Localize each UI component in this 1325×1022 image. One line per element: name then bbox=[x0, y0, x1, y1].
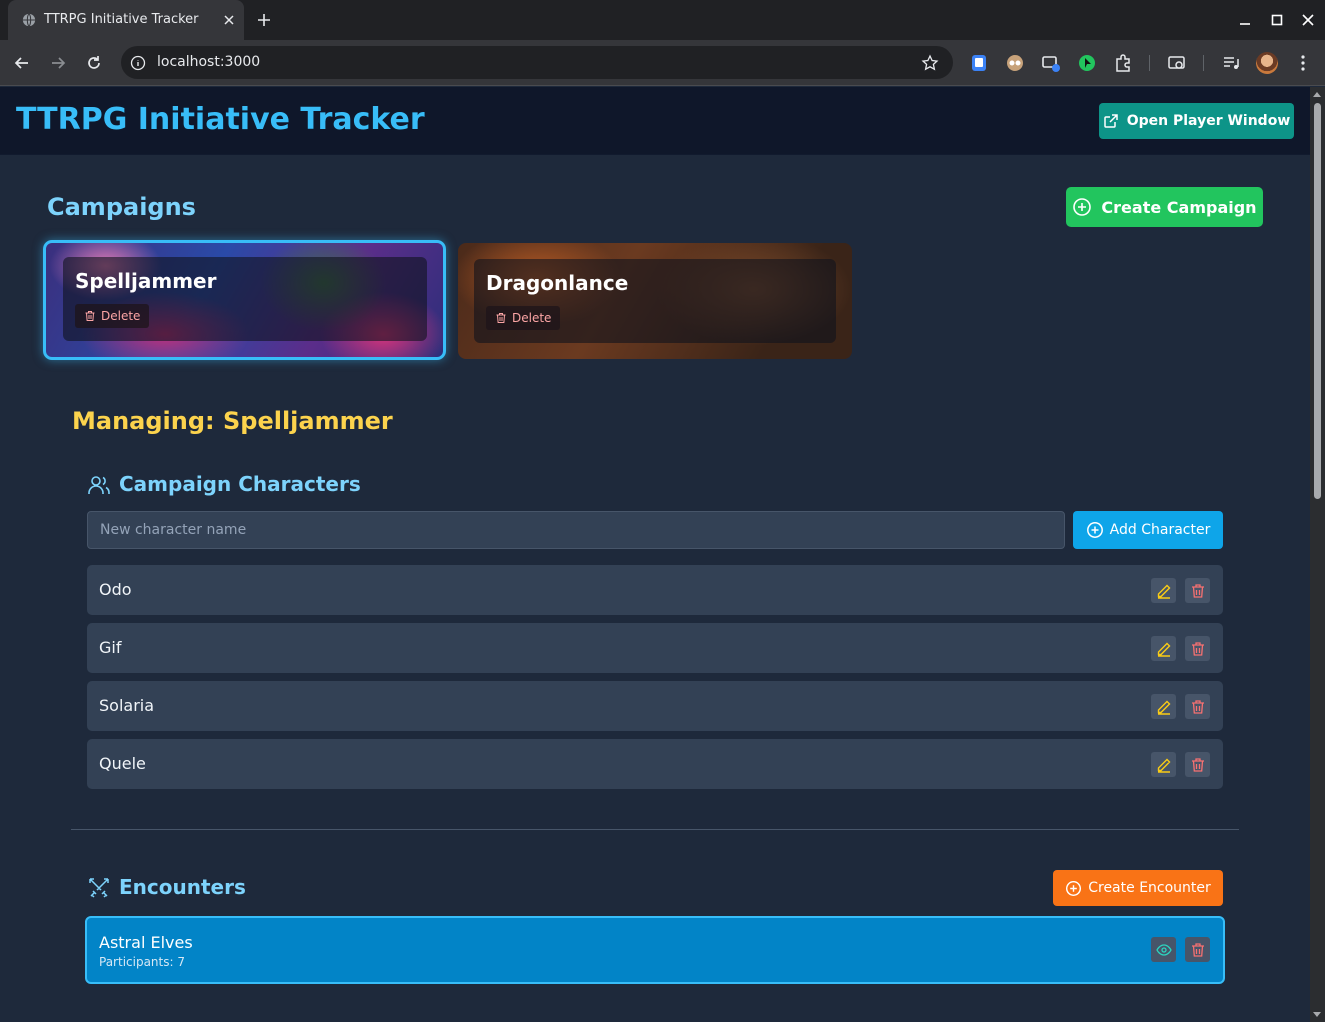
create-campaign-button[interactable]: Create Campaign bbox=[1066, 187, 1263, 227]
pencil-icon bbox=[1157, 700, 1170, 715]
address-bar[interactable]: localhost:3000 bbox=[121, 46, 953, 79]
edit-character-button[interactable] bbox=[1151, 694, 1176, 719]
character-name: Odo bbox=[99, 580, 132, 599]
crossed-swords-icon bbox=[89, 878, 109, 898]
character-name: Solaria bbox=[99, 696, 155, 715]
create-encounter-label: Create Encounter bbox=[1088, 880, 1211, 896]
add-character-label: Add Character bbox=[1109, 522, 1211, 538]
delete-campaign-button[interactable]: Delete bbox=[75, 304, 150, 328]
app-title: TTRPG Initiative Tracker bbox=[16, 102, 425, 137]
close-window-icon[interactable] bbox=[1300, 12, 1316, 28]
add-character-button[interactable]: Add Character bbox=[1073, 511, 1223, 549]
trash-icon bbox=[1191, 699, 1204, 714]
browser-toolbar: localhost:3000 bbox=[0, 40, 1325, 86]
cursor-extension-icon[interactable] bbox=[1077, 53, 1097, 73]
campaign-card-spelljammer[interactable]: Spelljammer Delete bbox=[43, 240, 446, 360]
managing-title: Managing: Spelljammer bbox=[72, 407, 393, 435]
users-icon bbox=[88, 476, 110, 494]
reader-extension-icon[interactable] bbox=[1005, 53, 1025, 73]
create-encounter-button[interactable]: Create Encounter bbox=[1053, 870, 1223, 906]
app-viewport: TTRPG Initiative Tracker Open Player Win… bbox=[0, 87, 1310, 1022]
browser-tab-bar: TTRPG Initiative Tracker bbox=[0, 0, 1325, 40]
profile-avatar[interactable] bbox=[1256, 52, 1278, 74]
encounter-row[interactable]: Astral Elves Participants: 7 bbox=[85, 916, 1225, 984]
edit-character-button[interactable] bbox=[1151, 578, 1176, 603]
campaign-characters-title: Campaign Characters bbox=[119, 472, 361, 496]
trash-icon bbox=[85, 311, 95, 321]
plus-circle-icon bbox=[1073, 198, 1092, 216]
character-name: Gif bbox=[99, 638, 122, 657]
toolbar-separator bbox=[1203, 55, 1204, 71]
close-tab-icon[interactable] bbox=[221, 12, 237, 28]
maximize-icon[interactable] bbox=[1269, 12, 1285, 28]
globe-icon bbox=[22, 13, 36, 27]
page-scrollbar[interactable] bbox=[1310, 87, 1325, 1022]
scroll-thumb[interactable] bbox=[1314, 103, 1321, 499]
tab-groups-extension-icon[interactable] bbox=[1041, 53, 1061, 73]
delete-campaign-button[interactable]: Delete bbox=[486, 306, 561, 330]
delete-campaign-label: Delete bbox=[512, 311, 552, 325]
new-character-input[interactable] bbox=[87, 511, 1065, 549]
open-player-window-label: Open Player Window bbox=[1126, 113, 1291, 129]
eye-icon bbox=[1155, 943, 1172, 956]
view-encounter-button[interactable] bbox=[1151, 937, 1176, 962]
trash-icon bbox=[1191, 942, 1204, 957]
character-row: Solaria bbox=[87, 681, 1223, 731]
delete-character-button[interactable] bbox=[1185, 752, 1210, 777]
encounter-name: Astral Elves bbox=[99, 933, 193, 952]
campaign-card-dragonlance[interactable]: Dragonlance Delete bbox=[458, 243, 852, 359]
plus-circle-icon bbox=[1086, 522, 1103, 538]
delete-character-button[interactable] bbox=[1185, 636, 1210, 661]
campaign-card-overlay: Spelljammer Delete bbox=[63, 257, 427, 341]
character-row: Odo bbox=[87, 565, 1223, 615]
forward-icon[interactable] bbox=[48, 53, 68, 73]
plus-circle-icon bbox=[1066, 880, 1082, 896]
new-tab-icon[interactable] bbox=[255, 11, 273, 29]
pencil-icon bbox=[1157, 758, 1170, 773]
character-row: Gif bbox=[87, 623, 1223, 673]
delete-campaign-label: Delete bbox=[101, 309, 141, 323]
create-campaign-label: Create Campaign bbox=[1101, 197, 1257, 217]
encounters-title: Encounters bbox=[119, 875, 246, 899]
encounter-participants: Participants: 7 bbox=[99, 955, 185, 969]
browser-menu-icon[interactable] bbox=[1293, 53, 1313, 73]
delete-character-button[interactable] bbox=[1185, 578, 1210, 603]
pencil-icon bbox=[1157, 584, 1170, 599]
tab-title: TTRPG Initiative Tracker bbox=[44, 12, 199, 27]
edit-character-button[interactable] bbox=[1151, 752, 1176, 777]
trash-icon bbox=[1191, 757, 1204, 772]
url-text: localhost:3000 bbox=[157, 54, 261, 70]
app-header: TTRPG Initiative Tracker Open Player Win… bbox=[0, 87, 1310, 155]
reload-icon[interactable] bbox=[84, 53, 104, 73]
external-link-icon bbox=[1103, 114, 1118, 128]
pencil-icon bbox=[1157, 642, 1170, 657]
media-controls-icon[interactable] bbox=[1221, 53, 1241, 73]
trash-icon bbox=[1191, 641, 1204, 656]
trash-icon bbox=[1191, 583, 1204, 598]
delete-encounter-button[interactable] bbox=[1185, 937, 1210, 962]
extensions-puzzle-icon[interactable] bbox=[1113, 53, 1133, 73]
character-name: Quele bbox=[99, 754, 146, 773]
campaign-card-overlay: Dragonlance Delete bbox=[474, 259, 836, 343]
delete-character-button[interactable] bbox=[1185, 694, 1210, 719]
campaign-name: Spelljammer bbox=[75, 269, 217, 293]
character-row: Quele bbox=[87, 739, 1223, 789]
open-player-window-button[interactable]: Open Player Window bbox=[1099, 103, 1294, 139]
bitwarden-extension-icon[interactable] bbox=[969, 53, 989, 73]
site-info-icon[interactable] bbox=[130, 55, 146, 71]
back-icon[interactable] bbox=[12, 53, 32, 73]
campaigns-title: Campaigns bbox=[47, 193, 196, 221]
search-tabs-icon[interactable] bbox=[1167, 53, 1187, 73]
toolbar-separator bbox=[1149, 55, 1150, 71]
edit-character-button[interactable] bbox=[1151, 636, 1176, 661]
bookmark-star-icon[interactable] bbox=[921, 54, 939, 72]
minimize-icon[interactable] bbox=[1237, 12, 1253, 28]
trash-icon bbox=[496, 313, 506, 323]
campaign-name: Dragonlance bbox=[486, 271, 629, 295]
scroll-down-arrow[interactable] bbox=[1313, 1012, 1321, 1017]
section-divider bbox=[71, 829, 1239, 830]
scroll-up-arrow[interactable] bbox=[1313, 92, 1321, 97]
browser-tab[interactable]: TTRPG Initiative Tracker bbox=[8, 0, 244, 40]
